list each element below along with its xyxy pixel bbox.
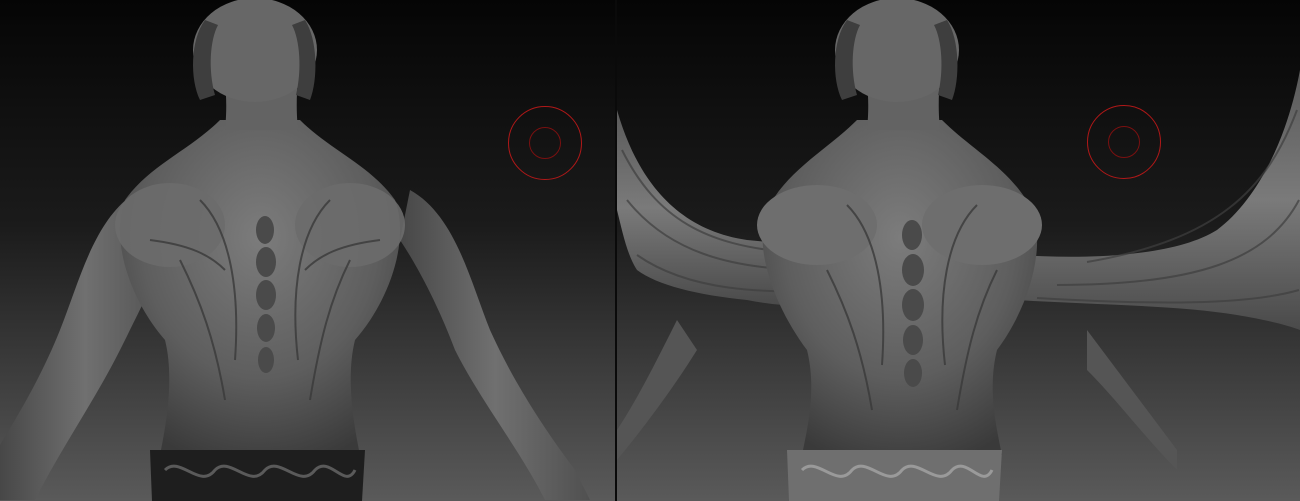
brush-inner-ring-icon: [529, 127, 561, 159]
viewport-before[interactable]: [0, 0, 615, 501]
canvas-stage[interactable]: [0, 0, 1300, 501]
sculpt-render-after: [617, 0, 1300, 501]
viewport-after[interactable]: [617, 0, 1300, 501]
brush-inner-ring-icon: [1108, 126, 1140, 158]
sculpt-render-before: [0, 0, 615, 501]
